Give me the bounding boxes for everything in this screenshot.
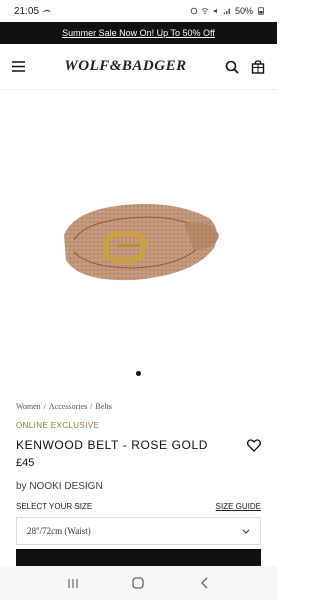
site-logo[interactable]: WOLF&BADGER	[64, 58, 186, 75]
product-image	[63, 203, 219, 281]
signal-icon	[223, 8, 230, 15]
recent-apps-icon[interactable]	[66, 576, 80, 590]
chevron-down-icon	[242, 529, 250, 534]
breadcrumb: Women / Accessories / Belts	[16, 402, 261, 411]
size-guide-link[interactable]: SIZE GUIDE	[216, 502, 261, 511]
size-select[interactable]: 28"/72cm (Waist)	[16, 517, 261, 545]
size-label: SELECT YOUR SIZE	[16, 502, 93, 511]
menu-icon[interactable]	[11, 59, 26, 74]
breadcrumb-accessories[interactable]: Accessories	[49, 402, 87, 411]
status-time: 21:05	[14, 5, 40, 17]
battery-level: 50%	[234, 6, 253, 16]
breadcrumb-separator: /	[90, 402, 93, 411]
add-to-bag-button[interactable]	[16, 549, 261, 567]
breadcrumb-women[interactable]: Women	[16, 402, 41, 411]
mute-icon	[213, 8, 217, 14]
product-title: KENWOOD BELT - ROSE GOLD	[16, 438, 208, 452]
notification-icon	[43, 9, 51, 13]
home-icon[interactable]	[131, 576, 145, 590]
status-bar: 21:05 50%	[0, 0, 277, 22]
product-info: Women / Accessories / Belts ONLINE EXCLU…	[0, 390, 277, 545]
carousel-dot-active[interactable]	[136, 371, 141, 376]
breadcrumb-separator: /	[43, 402, 46, 411]
search-icon[interactable]	[225, 59, 240, 74]
android-nav-bar	[0, 566, 277, 600]
promo-banner[interactable]: Summer Sale Now On! Up To 50% Off	[0, 22, 277, 44]
product-brand[interactable]: by NOOKI DESIGN	[16, 481, 261, 492]
promo-text[interactable]: Summer Sale Now On! Up To 50% Off	[62, 28, 215, 38]
product-image-carousel[interactable]	[0, 90, 277, 390]
wishlist-heart-icon[interactable]	[247, 438, 261, 452]
product-price: £45	[16, 457, 35, 469]
online-exclusive-badge: ONLINE EXCLUSIVE	[16, 421, 100, 430]
alarm-icon	[190, 7, 198, 15]
selected-size: 28"/72cm (Waist)	[27, 526, 91, 536]
site-header: WOLF&BADGER	[0, 44, 277, 90]
wifi-icon	[201, 8, 209, 15]
carousel-dots	[0, 371, 277, 376]
back-icon[interactable]	[197, 576, 211, 590]
shopping-bag-icon[interactable]	[251, 59, 266, 74]
breadcrumb-belts[interactable]: Belts	[95, 402, 111, 411]
battery-icon	[258, 7, 264, 15]
